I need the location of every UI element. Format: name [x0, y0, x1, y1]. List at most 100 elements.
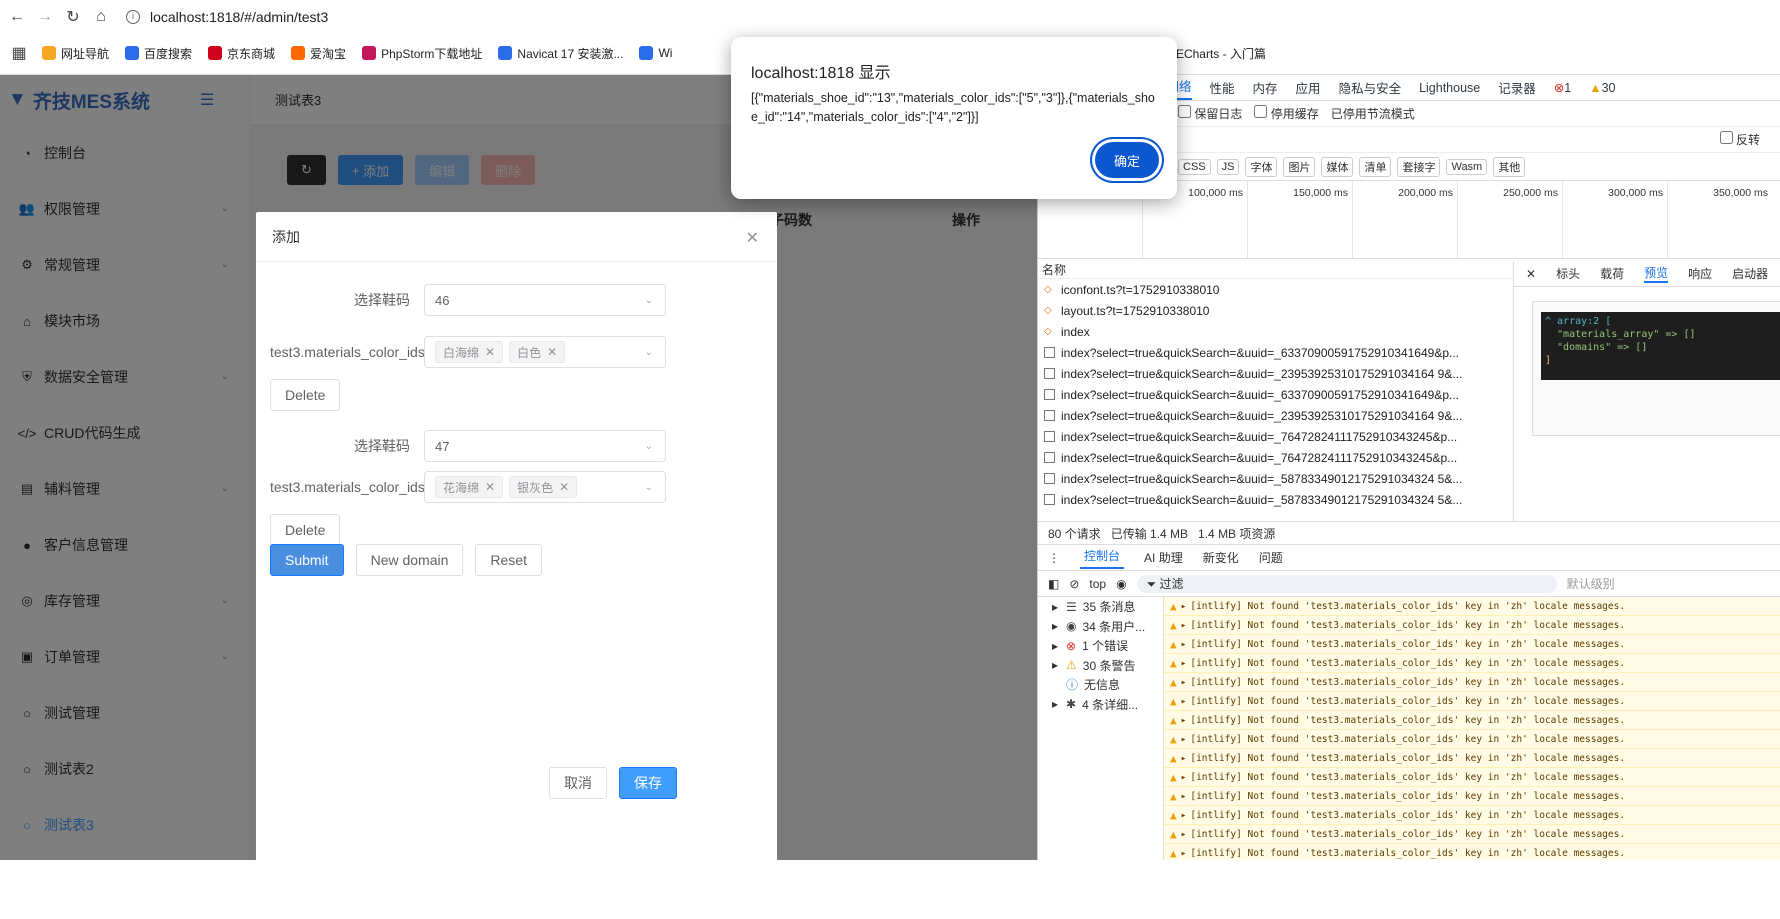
network-request-row[interactable]: ◇ iconfont.ts?t=1752910338010 [1038, 279, 1513, 300]
address-bar[interactable]: i localhost:1818/#/admin/test3 [126, 9, 328, 25]
eye-icon[interactable]: ◉ [1116, 577, 1126, 591]
preserve-log-checkbox[interactable]: 保留日志 [1178, 105, 1242, 122]
devtools-tab[interactable]: 内存 [1253, 78, 1278, 97]
resource-filter-chip[interactable]: 清单 [1359, 156, 1392, 177]
devtools-tab[interactable]: Lighthouse [1419, 81, 1480, 95]
reset-button[interactable]: Reset [475, 544, 542, 576]
resource-filter-chip[interactable]: 其他 [1493, 156, 1526, 177]
error-count[interactable]: ⊗1 [1554, 80, 1571, 95]
reload-icon[interactable]: ↻ [62, 6, 84, 28]
console-sidebar-item[interactable]: ▸ ✱ 4 条详细... [1038, 695, 1163, 715]
console-warning-message[interactable]: ▲ ▸ [intlify] Not found 'test3.materials_c… [1164, 806, 1780, 825]
console-sidebar-item[interactable]: ▸ ⚠ 30 条警告 [1038, 656, 1163, 676]
network-request-row[interactable]: ◇ index [1038, 321, 1513, 342]
network-request-row[interactable]: ◇ layout.ts?t=1752910338010 [1038, 300, 1513, 321]
console-warning-message[interactable]: ▲ ▸ [intlify] Not found 'test3.materials_c… [1164, 597, 1780, 616]
console-sidebar-item[interactable]: ⓘ 无信息 [1038, 675, 1163, 695]
drawer-tab[interactable]: AI 助理 [1144, 549, 1183, 566]
color-multi-select[interactable]: 白海绵 ✕ 白色 ✕ ⌄ [424, 336, 666, 368]
resource-filter-chip[interactable]: 字体 [1245, 156, 1278, 177]
tag-close-icon[interactable]: ✕ [485, 345, 495, 359]
devtools-tab[interactable]: 隐私与安全 [1339, 78, 1402, 97]
tag-close-icon[interactable]: ✕ [547, 345, 557, 359]
bookmark-item[interactable]: 京东商城 [208, 45, 275, 62]
color-multi-select[interactable]: 花海绵 ✕ 银灰色 ✕ ⌄ [424, 471, 666, 503]
throttle-select[interactable]: 已停用节流模式 [1331, 105, 1415, 122]
resource-filter-chip[interactable]: 媒体 [1321, 156, 1354, 177]
preview-tab[interactable]: 标头 [1556, 265, 1580, 282]
invert-checkbox[interactable]: 反转 [1719, 131, 1760, 148]
clear-console-icon[interactable]: ⊘ [1069, 577, 1079, 591]
devtools-tab[interactable]: 性能 [1210, 78, 1235, 97]
home-icon[interactable]: ⌂ [90, 6, 112, 28]
new-domain-button[interactable]: New domain [355, 544, 464, 576]
console-warning-message[interactable]: ▲ ▸ [intlify] Not found 'test3.materials_c… [1164, 749, 1780, 768]
disable-cache-checkbox[interactable]: 停用缓存 [1254, 105, 1319, 122]
drawer-tab[interactable]: 问题 [1259, 549, 1283, 566]
resource-filter-chip[interactable]: 图片 [1283, 156, 1316, 177]
submit-button[interactable]: Submit [270, 544, 344, 576]
console-warning-message[interactable]: ▲ ▸ [intlify] Not found 'test3.materials_c… [1164, 654, 1780, 673]
devtools-tab[interactable]: 应用 [1296, 78, 1321, 97]
network-request-row[interactable]: index?select=true&quickSearch=&uuid=_633… [1038, 384, 1513, 405]
close-icon[interactable]: ✕ [746, 228, 759, 248]
context-select[interactable]: top [1089, 577, 1106, 591]
drawer-tab[interactable]: 控制台 [1080, 547, 1125, 569]
tag-close-icon[interactable]: ✕ [559, 480, 569, 494]
bookmark-item[interactable]: Navicat 17 安装激... [498, 45, 623, 62]
forward-icon[interactable]: → [34, 6, 56, 28]
console-sidebar-item[interactable]: ▸ ◉ 34 条用户... [1038, 617, 1163, 637]
delete-domain-button[interactable]: Delete [270, 514, 341, 546]
console-warning-message[interactable]: ▲ ▸ [intlify] Not found 'test3.materials_c… [1164, 844, 1780, 860]
network-request-row[interactable]: index?select=true&quickSearch=&uuid=_764… [1038, 447, 1513, 468]
tag-close-icon[interactable]: ✕ [485, 480, 495, 494]
console-warning-message[interactable]: ▲ ▸ [intlify] Not found 'test3.materials_c… [1164, 616, 1780, 635]
network-request-row[interactable]: index?select=true&quickSearch=&uuid=_239… [1038, 405, 1513, 426]
console-sidebar-item[interactable]: ▸ ⊗ 1 个错误 [1038, 636, 1163, 656]
name-column-header[interactable]: 名称 [1038, 261, 1513, 279]
delete-domain-button[interactable]: Delete [270, 379, 341, 411]
network-request-row[interactable]: index?select=true&quickSearch=&uuid=_587… [1038, 489, 1513, 510]
apps-grid-icon[interactable]: ▦ [8, 42, 30, 64]
console-warning-message[interactable]: ▲ ▸ [intlify] Not found 'test3.materials_c… [1164, 635, 1780, 654]
bookmark-item[interactable]: Wi [639, 46, 672, 60]
console-warning-message[interactable]: ▲ ▸ [intlify] Not found 'test3.materials_c… [1164, 692, 1780, 711]
close-icon[interactable]: ✕ [1526, 267, 1536, 281]
console-warning-message[interactable]: ▲ ▸ [intlify] Not found 'test3.materials_c… [1164, 673, 1780, 692]
console-warning-message[interactable]: ▲ ▸ [intlify] Not found 'test3.materials_c… [1164, 711, 1780, 730]
network-request-row[interactable]: index?select=true&quickSearch=&uuid=_587… [1038, 468, 1513, 489]
back-icon[interactable]: ← [6, 6, 28, 28]
bookmark-item[interactable]: PhpStorm下载地址 [362, 45, 482, 62]
warning-count[interactable]: ▲30 [1589, 81, 1615, 95]
console-warning-message[interactable]: ▲ ▸ [intlify] Not found 'test3.materials_c… [1164, 787, 1780, 806]
preview-tab[interactable]: 响应 [1688, 265, 1712, 282]
devtools-tab[interactable]: 记录器 [1498, 78, 1536, 97]
resource-filter-chip[interactable]: CSS [1178, 158, 1211, 175]
console-warning-message[interactable]: ▲ ▸ [intlify] Not found 'test3.materials_c… [1164, 825, 1780, 844]
filter-input[interactable]: ⏷ 过滤 [1136, 574, 1557, 593]
console-sidebar-item[interactable]: ▸ ☰ 35 条消息 [1038, 597, 1163, 617]
preview-tab[interactable]: 启动器 [1732, 265, 1768, 282]
sidebar-toggle-icon[interactable]: ◧ [1048, 577, 1059, 591]
network-request-row[interactable]: index?select=true&quickSearch=&uuid=_239… [1038, 363, 1513, 384]
cancel-button[interactable]: 取消 [549, 767, 607, 799]
resource-filter-chip[interactable]: 套接字 [1397, 156, 1441, 177]
network-request-row[interactable]: index?select=true&quickSearch=&uuid=_633… [1038, 342, 1513, 363]
shoe-size-select[interactable]: 47 ⌄ [424, 430, 666, 462]
bookmark-item[interactable]: 爱淘宝 [291, 45, 346, 62]
save-button[interactable]: 保存 [619, 767, 677, 799]
drawer-tab[interactable]: 新变化 [1203, 549, 1239, 566]
shoe-size-select[interactable]: 46 ⌄ [424, 284, 666, 316]
network-request-row[interactable]: index?select=true&quickSearch=&uuid=_764… [1038, 426, 1513, 447]
console-warning-message[interactable]: ▲ ▸ [intlify] Not found 'test3.materials_c… [1164, 768, 1780, 787]
drawer-menu-icon[interactable]: ⋮ [1048, 551, 1060, 565]
bookmark-item[interactable]: 网址导航 [42, 45, 109, 62]
levels-select[interactable]: 默认级别 [1567, 575, 1615, 592]
site-info-icon[interactable]: i [126, 10, 140, 24]
preview-tab[interactable]: 载荷 [1600, 265, 1624, 282]
alert-ok-button[interactable]: 确定 [1095, 142, 1159, 178]
bookmark-item[interactable]: 百度搜索 [125, 45, 192, 62]
preview-tab[interactable]: 预览 [1644, 264, 1669, 283]
resource-filter-chip[interactable]: Wasm [1446, 158, 1488, 175]
console-warning-message[interactable]: ▲ ▸ [intlify] Not found 'test3.materials_c… [1164, 730, 1780, 749]
